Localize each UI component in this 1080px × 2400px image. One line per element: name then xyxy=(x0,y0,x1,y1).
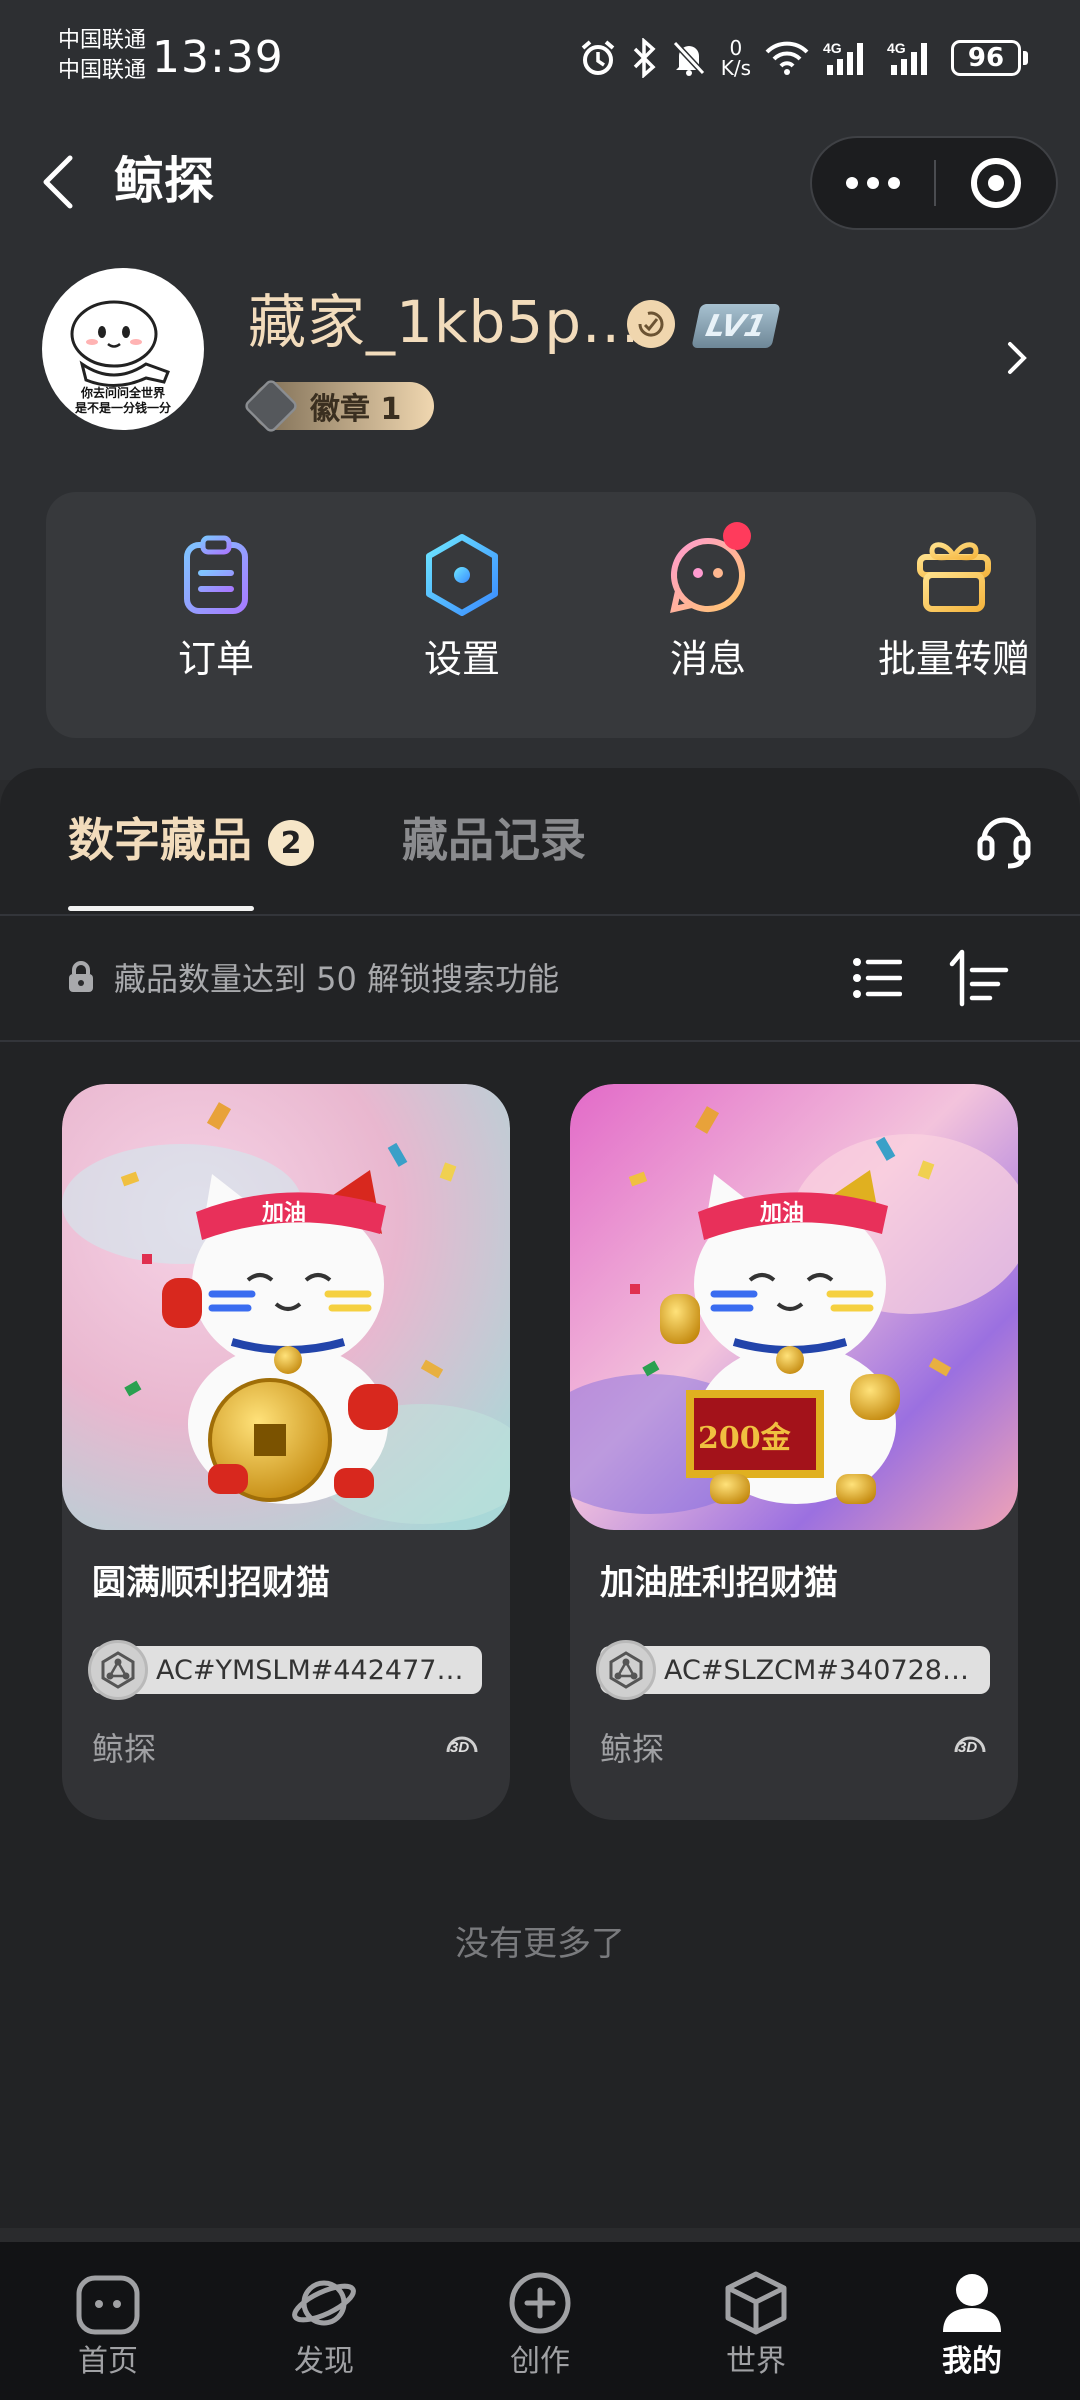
tab-collection-records[interactable]: 藏品记录 xyxy=(402,810,586,870)
collectible-card[interactable]: 加油 圆满顺利招财猫 AC#YMSLM#44247724... 鲸探 3D xyxy=(62,1084,510,1820)
list-view-icon[interactable] xyxy=(852,956,903,1000)
search-lock-notice: 藏品数量达到 50 解锁搜索功能 xyxy=(66,952,559,1002)
messages-button[interactable]: 消息 xyxy=(608,522,808,684)
filter-divider xyxy=(0,1040,1080,1042)
level-badge: LV1 xyxy=(691,304,781,348)
nav-create[interactable]: 创作 xyxy=(432,2242,648,2400)
wifi-icon xyxy=(765,40,809,76)
miniapp-capsule xyxy=(810,136,1058,230)
net-speed: 0 K/s xyxy=(720,36,751,80)
active-tab-indicator xyxy=(68,906,254,911)
collectible-brand: 鲸探 xyxy=(600,1730,665,1768)
user-icon xyxy=(937,2268,1007,2338)
svg-text:3D: 3D xyxy=(958,1739,977,1756)
mute-bell-icon xyxy=(671,39,707,77)
3d-icon: 3D xyxy=(950,1726,990,1766)
collectible-image-lucky-cat-coin: 加油 xyxy=(62,1084,510,1530)
sort-icon[interactable] xyxy=(948,946,1010,1008)
blockchain-hex-icon xyxy=(596,1640,656,1700)
close-miniapp-button[interactable] xyxy=(936,158,1056,208)
planet-icon xyxy=(289,2268,359,2338)
lock-icon xyxy=(69,961,93,992)
clipboard-icon xyxy=(171,530,261,620)
svg-text:200金: 200金 xyxy=(698,1421,792,1456)
gift-icon xyxy=(909,530,999,620)
battery-icon: 96 xyxy=(951,40,1028,76)
no-more-text: 没有更多了 xyxy=(455,1924,625,1964)
avatar-caption: 你去问问全世界 是不是一分钱一分 xyxy=(74,386,171,415)
collectible-image-lucky-cat-banner: 加油 200金 xyxy=(570,1084,1018,1530)
svg-text:3D: 3D xyxy=(450,1739,469,1756)
status-icons: 0 K/s 4G 4G 96 xyxy=(579,30,1028,86)
batch-transfer-button[interactable]: 批量转赠 xyxy=(854,530,1054,684)
tabs-divider xyxy=(0,914,1080,916)
nav-mine[interactable]: 我的 xyxy=(864,2242,1080,2400)
tab-digital-collectibles[interactable]: 数字藏品 xyxy=(68,810,252,870)
back-button[interactable] xyxy=(38,152,78,212)
alarm-icon xyxy=(579,39,617,77)
nav-world[interactable]: 世界 xyxy=(648,2242,864,2400)
more-button[interactable] xyxy=(812,138,934,228)
collectible-name: 圆满顺利招财猫 xyxy=(92,1563,330,1603)
settings-button[interactable]: 设置 xyxy=(362,530,562,684)
collectible-code: AC#SLZCM#3407284432 xyxy=(664,1654,974,1686)
avatar[interactable]: 你去问问全世界 是不是一分钱一分 xyxy=(42,268,204,430)
status-time: 13:39 xyxy=(152,32,284,83)
orders-button[interactable]: 订单 xyxy=(116,530,316,684)
svg-text:加油: 加油 xyxy=(261,1201,306,1226)
badge-pill[interactable]: 徽章 1 xyxy=(242,377,434,435)
3d-icon: 3D xyxy=(442,1726,482,1766)
carrier-2: 中国联通 xyxy=(58,58,147,83)
svg-text:加油: 加油 xyxy=(759,1201,804,1226)
collectible-code-pill: AC#SLZCM#3407284432 xyxy=(596,1640,990,1700)
page-title: 鲸探 xyxy=(114,152,214,210)
verified-icon xyxy=(627,300,675,348)
nav-home[interactable]: 首页 xyxy=(0,2242,216,2400)
collectible-brand: 鲸探 xyxy=(92,1730,157,1768)
carrier-1: 中国联通 xyxy=(58,28,147,53)
quick-actions-card: 订单 设置 消息 批量转赠 xyxy=(46,492,1036,738)
carrier-info: 中国联通 中国联通 xyxy=(58,26,146,86)
profile-chevron-right-icon[interactable] xyxy=(1002,338,1032,378)
hexagon-settings-icon xyxy=(417,530,507,620)
blockchain-hex-icon xyxy=(88,1640,148,1700)
nav-discover[interactable]: 发现 xyxy=(216,2242,432,2400)
collectible-name: 加油胜利招财猫 xyxy=(600,1563,838,1603)
message-face-icon xyxy=(663,522,753,620)
target-icon xyxy=(971,158,1021,208)
battery-level: 96 xyxy=(951,40,1021,76)
notification-dot xyxy=(723,522,751,550)
bluetooth-icon xyxy=(631,38,657,78)
lock-notice-text: 藏品数量达到 50 解锁搜索功能 xyxy=(114,960,560,998)
username[interactable]: 藏家_1kb5p... xyxy=(248,286,640,358)
tab-count-badge: 2 xyxy=(268,820,314,866)
cube-icon xyxy=(721,2268,791,2338)
plus-circle-icon xyxy=(505,2268,575,2338)
svg-text:4G: 4G xyxy=(887,40,906,56)
collectible-code: AC#YMSLM#44247724... xyxy=(156,1654,466,1686)
collectible-code-pill: AC#YMSLM#44247724... xyxy=(88,1640,482,1700)
collectible-card[interactable]: 加油 200金 加油胜利招财猫 AC#SLZCM#3407284432 鲸探 3… xyxy=(570,1084,1018,1820)
home-icon xyxy=(73,2268,143,2338)
signal-icon-2: 4G xyxy=(887,39,937,77)
status-bar: 中国联通 中国联通 13:39 0 K/s 4G 4G 96 xyxy=(0,0,1080,120)
svg-text:4G: 4G xyxy=(823,40,842,56)
badge-label: 徽章 1 xyxy=(310,392,402,427)
customer-service-headset-icon[interactable] xyxy=(976,810,1032,872)
bottom-navigation: 首页 发现 创作 世界 我的 xyxy=(0,2242,1080,2400)
signal-icon-1: 4G xyxy=(823,39,873,77)
